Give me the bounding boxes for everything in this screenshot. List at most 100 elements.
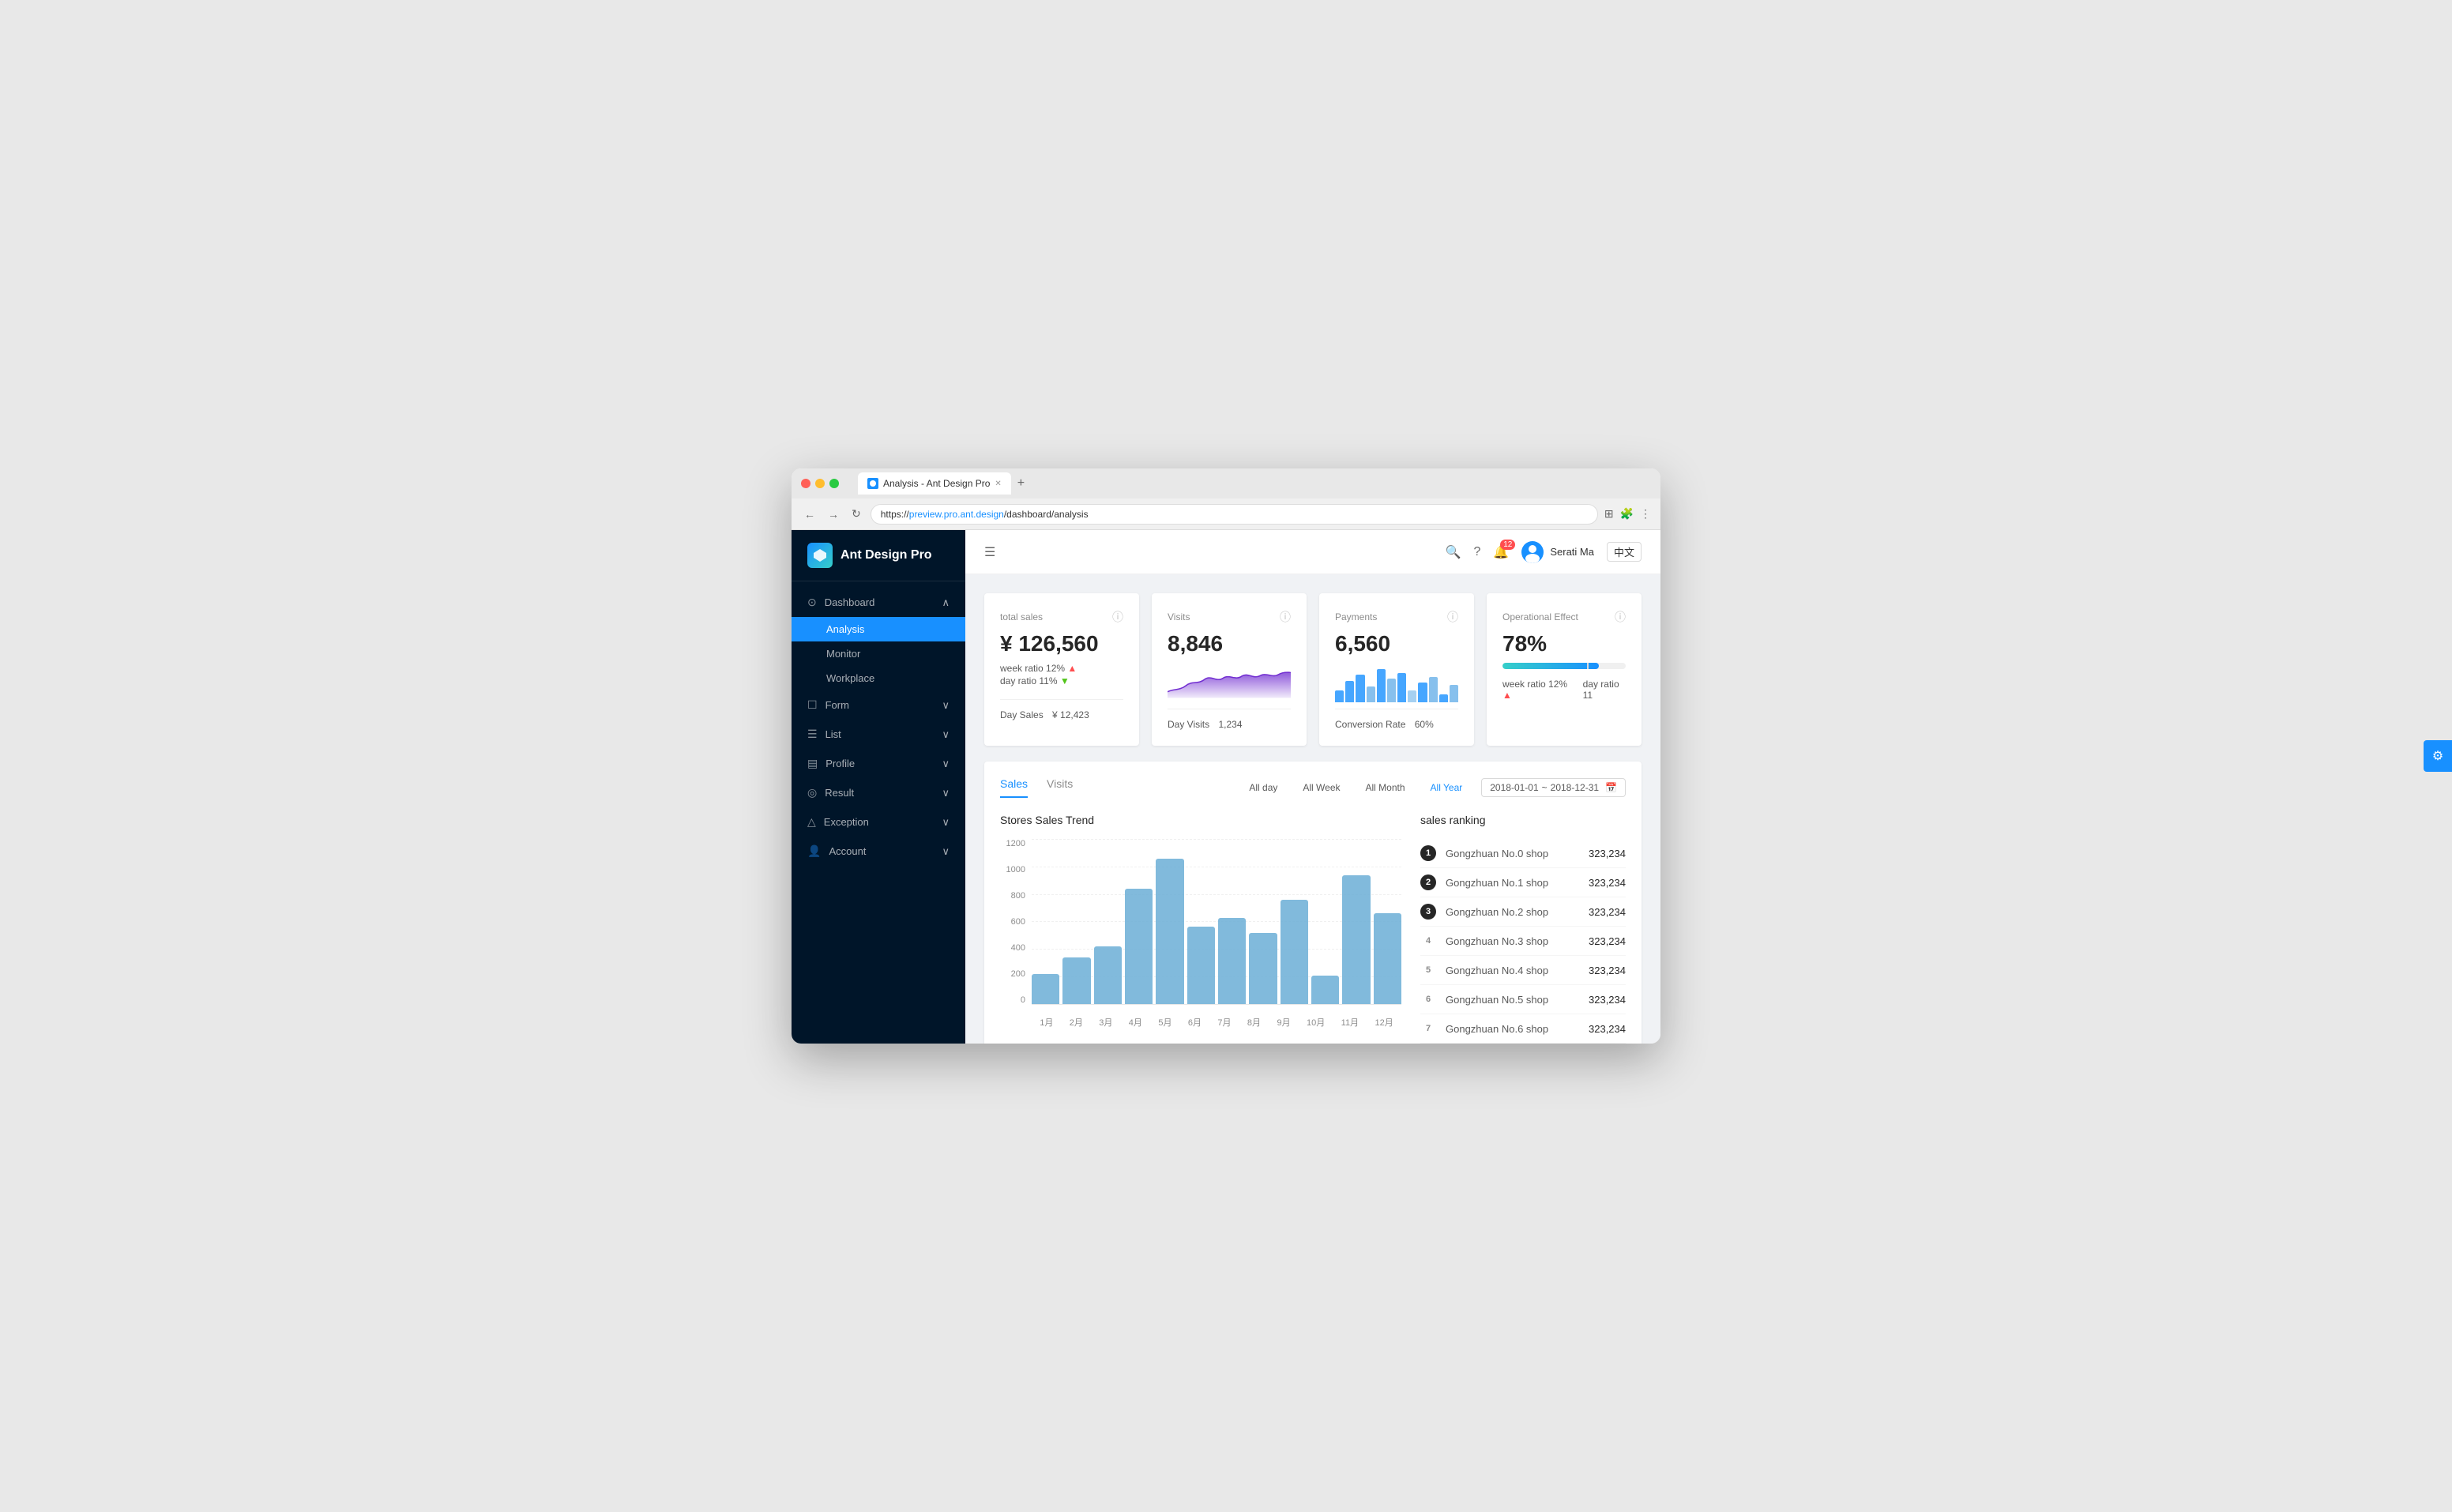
stat-card-visits: Visits ⓘ 8,846 [1152,593,1307,746]
sidebar-item-label-exception: Exception [824,816,869,828]
logo: Ant Design Pro [792,530,965,581]
sidebar-item-result[interactable]: ◎ Result ∨ [792,778,965,807]
sidebar-item-label-analysis: Analysis [826,623,864,635]
sidebar-item-label-dashboard: Dashboard [825,596,875,608]
active-tab[interactable]: Analysis - Ant Design Pro ✕ [858,472,1011,495]
translate-icon[interactable]: ⊞ [1604,507,1614,521]
form-icon: ☐ [807,698,818,712]
chart-bar [1374,913,1401,1004]
language-button[interactable]: 中文 [1607,542,1642,562]
main-content: total sales ⓘ ¥ 126,560 week ratio 12% ▲… [965,574,1660,1044]
sidebar-item-monitor[interactable]: Monitor [792,641,965,666]
info-icon-visits[interactable]: ⓘ [1280,609,1291,625]
visits-mini-chart [1168,663,1291,702]
reload-button[interactable]: ↻ [848,504,864,524]
bar-chart-area: Stores Sales Trend 1200 1000 800 600 400… [1000,814,1401,1044]
sidebar-item-label-form: Form [825,699,849,711]
info-icon-sales[interactable]: ⓘ [1112,609,1123,625]
chevron-down-icon-list: ∨ [942,728,950,741]
gear-button[interactable]: ⚙ [2424,740,2452,772]
filter-all-day[interactable]: All day [1243,779,1284,796]
list-icon: ☰ [807,728,818,741]
forward-button[interactable]: → [825,505,842,524]
sidebar-item-dashboard[interactable]: ⊙ Dashboard ∧ [792,588,965,617]
notification-icon[interactable]: 🔔 12 [1493,544,1509,560]
x-axis-label: 9月 [1277,1016,1290,1029]
chart-bar [1218,918,1246,1004]
stat-trend-total-sales: week ratio 12% ▲ day ratio 11% ▼ [1000,663,1123,686]
rank-value: 323,234 [1589,965,1626,976]
sidebar-item-exception[interactable]: △ Exception ∨ [792,807,965,837]
sidebar-item-workplace[interactable]: Workplace [792,666,965,690]
new-tab-button[interactable]: + [1014,473,1028,494]
back-button[interactable]: ← [801,505,818,524]
search-icon[interactable]: 🔍 [1446,544,1461,560]
info-icon-payments[interactable]: ⓘ [1447,609,1458,625]
result-icon: ◎ [807,786,817,799]
rank-number: 3 [1420,904,1436,920]
close-button[interactable] [801,479,810,488]
progress-bar [1502,663,1626,669]
sidebar-item-list[interactable]: ☰ List ∨ [792,720,965,749]
tab-close-icon[interactable]: ✕ [995,480,1001,488]
extension-icon[interactable]: 🧩 [1620,507,1634,521]
sidebar-item-label-account: Account [829,845,866,857]
rank-shop-name: Gongzhuan No.6 shop [1446,1023,1579,1035]
stat-label-total-sales: total sales ⓘ [1000,609,1123,625]
chart-bar [1187,927,1215,1004]
chart-bar [1094,946,1122,1004]
ranking-item: 3 Gongzhuan No.2 shop 323,234 [1420,897,1626,927]
chevron-down-icon-profile: ∨ [942,758,950,770]
titlebar: Analysis - Ant Design Pro ✕ + [792,468,1660,498]
address-bar[interactable]: https://preview.pro.ant.design/dashboard… [871,504,1598,525]
date-range-picker[interactable]: 2018-01-01 ~ 2018-12-31 📅 [1481,778,1626,797]
minimize-button[interactable] [815,479,825,488]
stat-footer-payments: Conversion Rate 60% [1335,709,1458,730]
sidebar-item-account[interactable]: 👤 Account ∨ [792,837,965,866]
maximize-button[interactable] [829,479,839,488]
date-start: 2018-01-01 [1490,782,1538,793]
x-axis-label: 7月 [1217,1016,1231,1029]
info-icon-operational[interactable]: ⓘ [1615,609,1626,625]
tab-favicon [867,478,878,489]
chart-title: Stores Sales Trend [1000,814,1401,826]
dashboard-icon: ⊙ [807,596,817,609]
tab-sales[interactable]: Sales [1000,777,1028,798]
sidebar-item-analysis[interactable]: Analysis [792,617,965,641]
x-axis-label: 4月 [1129,1016,1142,1029]
x-axis-label: 1月 [1040,1016,1053,1029]
filter-all-week[interactable]: All Week [1296,779,1346,796]
filter-all-month[interactable]: All Month [1360,779,1412,796]
sidebar-item-form[interactable]: ☐ Form ∨ [792,690,965,720]
sales-header: Sales Visits All day All Week All Month … [1000,777,1626,798]
help-icon[interactable]: ? [1474,545,1481,559]
x-axis-label: 5月 [1158,1016,1171,1029]
hamburger-icon[interactable]: ☰ [984,544,995,560]
sales-section: Sales Visits All day All Week All Month … [984,762,1642,1044]
date-end: 2018-12-31 [1551,782,1599,793]
chart-x-axis: 1月2月3月4月5月6月7月8月9月10月11月12月 [1032,1016,1401,1029]
tab-visits[interactable]: Visits [1047,777,1073,798]
stat-value-payments: 6,560 [1335,631,1458,656]
rank-value: 323,234 [1589,994,1626,1006]
filter-all-year[interactable]: All Year [1424,779,1469,796]
rank-number: 1 [1420,845,1436,861]
ranking-title: sales ranking [1420,814,1626,826]
url-protocol: https:// [881,509,909,520]
chart-bar [1342,875,1370,1004]
stat-label-payments: Payments ⓘ [1335,609,1458,625]
user-info[interactable]: Serati Ma [1521,541,1594,563]
stat-value-operational-effect: 78% [1502,631,1626,656]
sidebar-item-profile[interactable]: ▤ Profile ∨ [792,749,965,778]
stat-trend-operational: week ratio 12% ▲ day ratio 11 [1502,679,1626,701]
stat-card-operational-effect: Operational Effect ⓘ 78% week ratio 12% … [1487,593,1642,746]
more-icon[interactable]: ⋮ [1640,507,1651,521]
tab-bar: Analysis - Ant Design Pro ✕ + [858,472,1028,495]
x-axis-label: 6月 [1188,1016,1202,1029]
browser-bar: ← → ↻ https://preview.pro.ant.design/das… [792,498,1660,530]
time-filters: All day All Week All Month All Year 2018… [1243,778,1626,797]
stat-label-visits: Visits ⓘ [1168,609,1291,625]
tab-title: Analysis - Ant Design Pro [883,478,990,489]
rank-value: 323,234 [1589,1023,1626,1035]
exception-icon: △ [807,815,816,829]
